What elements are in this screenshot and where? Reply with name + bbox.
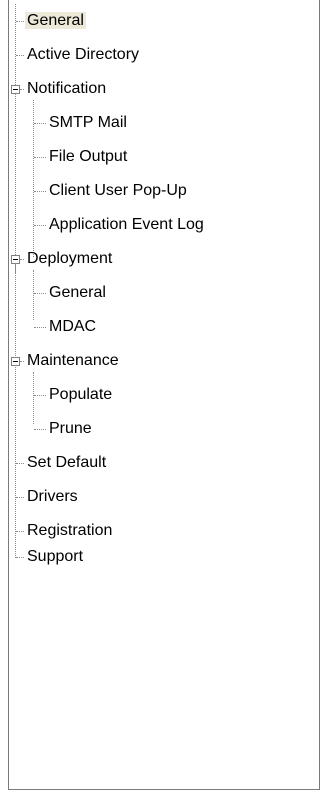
tree-item-label: Drivers — [27, 488, 78, 505]
tree-item-registration[interactable]: Registration — [25, 520, 114, 542]
tree-connector — [34, 327, 46, 328]
tree-connector — [34, 225, 46, 226]
tree-item-file-output[interactable]: File Output — [47, 146, 129, 168]
tree-item-label: Client User Pop-Up — [49, 182, 187, 199]
tree-item-label: Deployment — [27, 250, 113, 267]
tree-item-active-directory[interactable]: Active Directory — [25, 44, 141, 66]
tree-item-general[interactable]: General — [25, 10, 86, 32]
tree-item-label: MDAC — [49, 318, 97, 335]
tree-root-connector — [15, 4, 16, 273]
tree-item-label: Notification — [27, 80, 107, 97]
tree-item-label: Populate — [49, 386, 113, 403]
tree-connector — [16, 55, 24, 56]
tree-connector — [34, 395, 46, 396]
tree-root-connector — [15, 264, 16, 558]
tree-item-prune[interactable]: Prune — [47, 418, 94, 440]
tree-item-notification[interactable]: Notification — [25, 78, 108, 100]
tree-item-drivers[interactable]: Drivers — [25, 486, 80, 508]
tree-item-application-event-log[interactable]: Application Event Log — [47, 214, 206, 236]
tree-item-label: Registration — [27, 522, 113, 539]
tree-item-deployment[interactable]: Deployment — [25, 248, 114, 270]
tree-connector — [16, 21, 24, 22]
tree-connector — [34, 293, 46, 294]
tree-connector — [34, 157, 46, 158]
tree-item-label: General — [49, 284, 106, 301]
settings-tree: General Active Directory Notification SM… — [9, 0, 319, 789]
tree-item-label: Support — [27, 548, 84, 565]
settings-tree-panel: General Active Directory Notification SM… — [8, 0, 320, 790]
tree-connector — [34, 191, 46, 192]
tree-item-smtp-mail[interactable]: SMTP Mail — [47, 112, 129, 134]
tree-item-deployment-general[interactable]: General — [47, 282, 108, 304]
tree-item-label: File Output — [49, 148, 128, 165]
tree-item-label: General — [25, 12, 86, 29]
tree-connector — [16, 557, 24, 558]
tree-child-connector — [33, 270, 34, 320]
tree-connector — [34, 429, 46, 430]
tree-connector — [34, 123, 46, 124]
tree-item-label: Set Default — [27, 454, 107, 471]
tree-item-mdac[interactable]: MDAC — [47, 316, 98, 338]
tree-item-maintenance[interactable]: Maintenance — [25, 350, 121, 372]
tree-connector — [16, 463, 24, 464]
tree-connector — [16, 497, 24, 498]
tree-item-client-user-pop-up[interactable]: Client User Pop-Up — [47, 180, 189, 202]
tree-item-populate[interactable]: Populate — [47, 384, 114, 406]
tree-item-support[interactable]: Support — [25, 546, 85, 568]
tree-item-label: SMTP Mail — [49, 114, 127, 131]
tree-item-label: Active Directory — [27, 46, 140, 63]
collapse-minus-icon[interactable] — [11, 357, 20, 366]
tree-connector — [20, 259, 24, 260]
collapse-minus-icon[interactable] — [11, 255, 20, 264]
collapse-minus-icon[interactable] — [11, 85, 20, 94]
tree-connector — [16, 531, 24, 532]
tree-item-label: Prune — [49, 420, 92, 437]
tree-item-label: Maintenance — [27, 352, 119, 369]
tree-child-connector — [33, 372, 34, 424]
tree-item-set-default[interactable]: Set Default — [25, 452, 108, 474]
tree-connector — [20, 89, 24, 90]
tree-item-label: Application Event Log — [49, 216, 204, 233]
tree-connector — [20, 361, 24, 362]
